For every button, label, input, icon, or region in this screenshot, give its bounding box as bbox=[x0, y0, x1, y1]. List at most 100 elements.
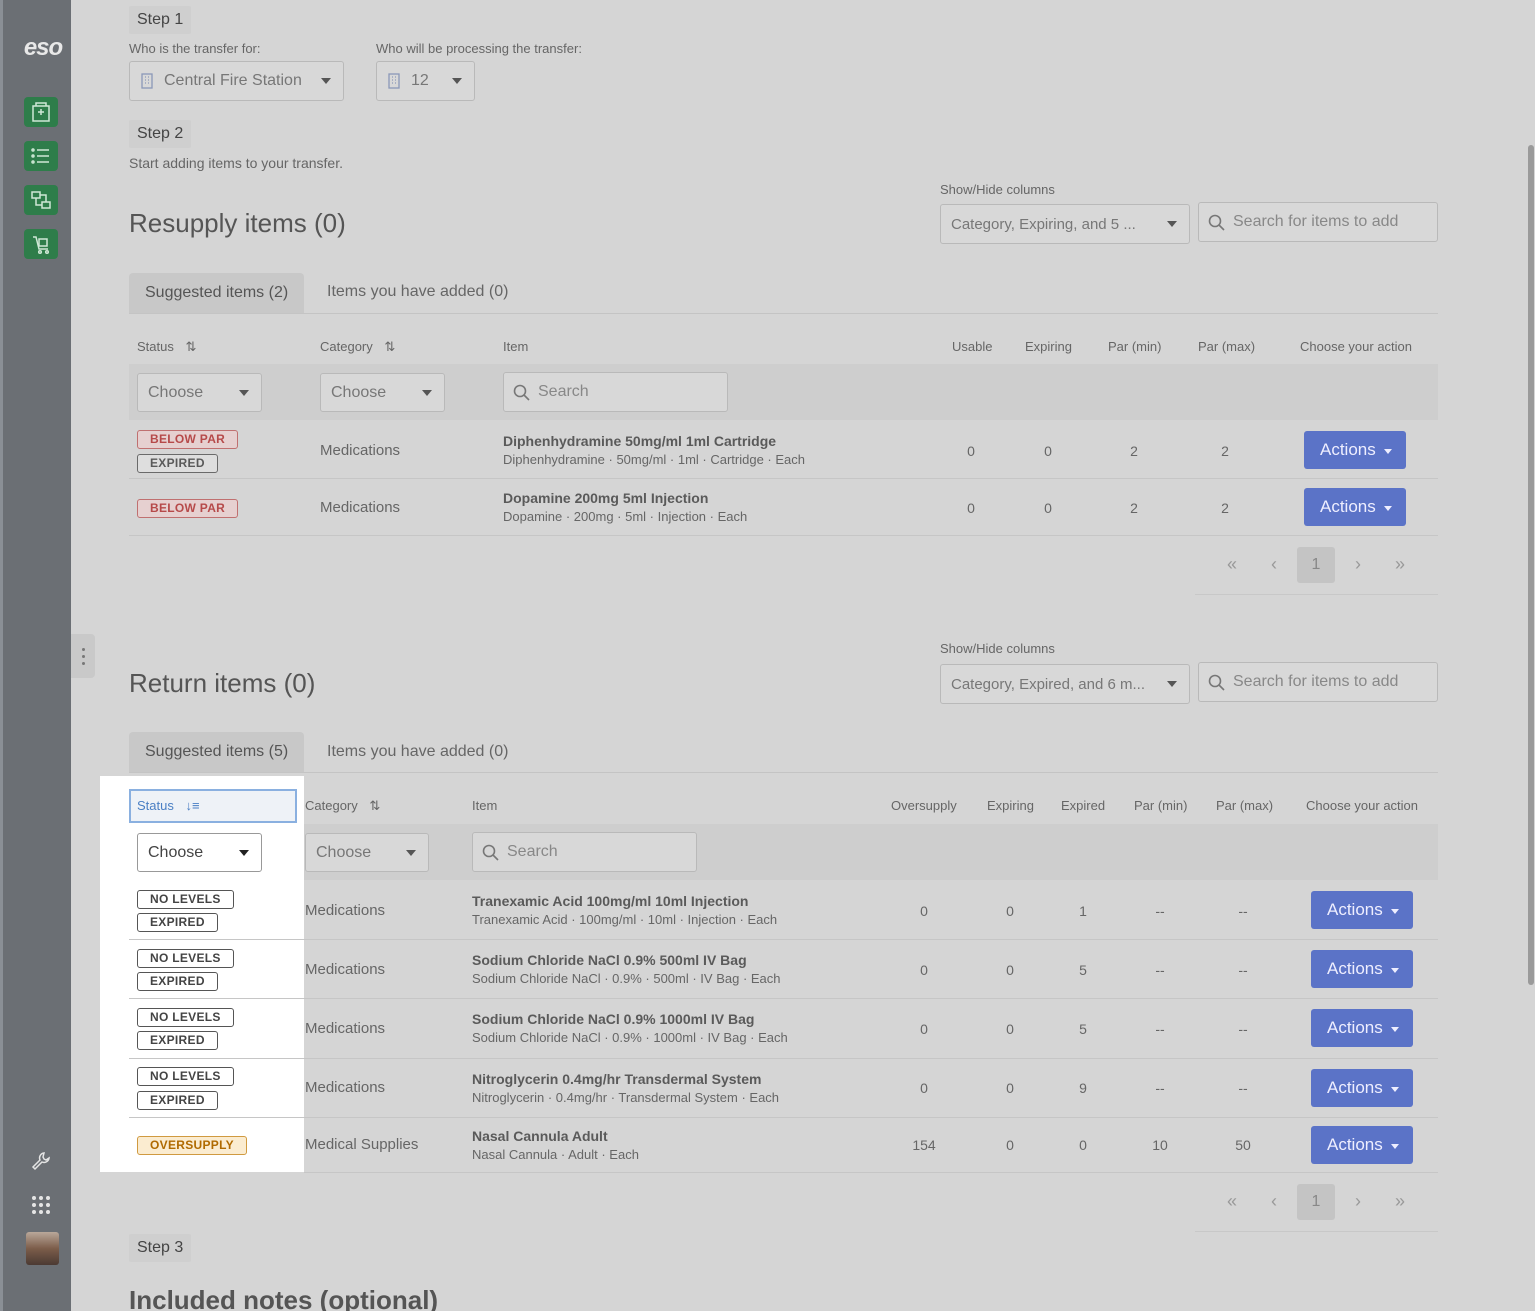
transfer-for-value: Central Fire Station bbox=[164, 72, 302, 89]
pager-first-button[interactable]: « bbox=[1219, 1191, 1245, 1212]
returns-tab-divider bbox=[129, 772, 1438, 773]
returns-tab-added[interactable]: Items you have added (0) bbox=[311, 732, 524, 772]
status-badge: EXPIRED bbox=[137, 1031, 218, 1050]
resupply-status-filter[interactable]: Choose bbox=[137, 373, 262, 412]
nav-list-button[interactable] bbox=[24, 141, 58, 171]
resupply-tab-added[interactable]: Items you have added (0) bbox=[311, 272, 524, 312]
resupply-header-status[interactable]: Status ⇅ bbox=[137, 339, 196, 355]
wrench-icon bbox=[31, 1152, 50, 1171]
actions-button[interactable]: Actions bbox=[1304, 488, 1406, 526]
row-divider bbox=[129, 1058, 1438, 1059]
pager-next-button[interactable]: › bbox=[1345, 1191, 1371, 1212]
returns-tab-suggested[interactable]: Suggested items (5) bbox=[129, 732, 305, 772]
pager-last-button[interactable]: » bbox=[1387, 1191, 1413, 1212]
nav-cart-button[interactable] bbox=[24, 229, 58, 259]
actions-button[interactable]: Actions bbox=[1311, 1069, 1413, 1107]
returns-header-expiring: Expiring bbox=[987, 798, 1034, 813]
pager-last-button[interactable]: » bbox=[1387, 554, 1413, 575]
row-item-desc: Dopamine · 200mg · 5ml · Injection · Eac… bbox=[503, 509, 748, 524]
actions-button[interactable]: Actions bbox=[1311, 1009, 1413, 1047]
search-icon bbox=[1208, 674, 1225, 691]
row-item-desc: Sodium Chloride NaCl · 0.9% · 500ml · IV… bbox=[472, 971, 781, 986]
resupply-header-par-min: Par (min) bbox=[1108, 339, 1162, 354]
step3-label: Step 3 bbox=[129, 1234, 192, 1262]
search-icon bbox=[513, 384, 530, 401]
row-category: Medications bbox=[305, 1079, 386, 1096]
actions-button[interactable]: Actions bbox=[1311, 1126, 1413, 1164]
row-divider bbox=[129, 535, 1438, 536]
resupply-tab-suggested[interactable]: Suggested items (2) bbox=[129, 273, 305, 313]
returns-columns-value: Category, Expired, and 6 m... bbox=[951, 675, 1145, 693]
user-avatar[interactable] bbox=[26, 1232, 59, 1265]
returns-title: Return items (0) bbox=[129, 668, 316, 698]
returns-header-action: Choose your action bbox=[1306, 798, 1419, 813]
transfer-for-label: Who is the transfer for: bbox=[129, 41, 261, 56]
row-item-name: Tranexamic Acid 100mg/ml 10ml Injection bbox=[472, 893, 749, 909]
chevron-down-icon bbox=[452, 78, 462, 84]
row-par-max: 50 bbox=[1235, 1137, 1251, 1153]
nav-stations-button[interactable] bbox=[24, 97, 58, 127]
returns-add-search-placeholder: Search for items to add bbox=[1233, 673, 1399, 690]
row-par-min: 2 bbox=[1130, 500, 1138, 516]
chevron-down-icon bbox=[1391, 968, 1399, 973]
row-expired: 0 bbox=[1079, 1137, 1087, 1153]
returns-add-search[interactable]: Search for items to add bbox=[1198, 662, 1438, 702]
row-expired: 1 bbox=[1079, 903, 1087, 919]
resupply-header-action: Choose your action bbox=[1300, 339, 1413, 354]
status-badge: EXPIRED bbox=[137, 1091, 218, 1110]
row-oversupply: 0 bbox=[920, 962, 928, 978]
resupply-columns-select[interactable]: Category, Expiring, and 5 ... bbox=[940, 204, 1190, 244]
row-oversupply: 0 bbox=[920, 1021, 928, 1037]
pager-prev-button[interactable]: ‹ bbox=[1261, 554, 1287, 575]
pager-first-button[interactable]: « bbox=[1219, 554, 1245, 575]
pager-current-page[interactable]: 1 bbox=[1297, 1184, 1335, 1220]
returns-category-filter[interactable]: Choose bbox=[305, 833, 429, 872]
returns-header-expired: Expired bbox=[1061, 798, 1106, 813]
returns-header-status[interactable]: Status ↓≡ bbox=[137, 798, 200, 813]
resupply-header-category[interactable]: Category ⇅ bbox=[320, 339, 395, 355]
processing-select[interactable]: 12 bbox=[376, 61, 475, 101]
row-item-name: Sodium Chloride NaCl 0.9% 500ml IV Bag bbox=[472, 952, 747, 968]
status-badge: OVERSUPPLY bbox=[137, 1136, 247, 1155]
row-divider bbox=[129, 1117, 1438, 1118]
returns-status-filter[interactable]: Choose bbox=[137, 833, 262, 872]
resupply-title: Resupply items (0) bbox=[129, 208, 346, 238]
resupply-header-par-max: Par (max) bbox=[1198, 339, 1256, 354]
returns-header-par-min: Par (min) bbox=[1134, 798, 1188, 813]
actions-button[interactable]: Actions bbox=[1304, 431, 1406, 469]
page-scrollbar[interactable] bbox=[1526, 0, 1535, 1311]
sidebar: eso bbox=[0, 0, 71, 1311]
row-usable: 0 bbox=[967, 500, 975, 516]
row-item-name: Sodium Chloride NaCl 0.9% 1000ml IV Bag bbox=[472, 1011, 755, 1027]
pager-current-page[interactable]: 1 bbox=[1297, 547, 1335, 583]
pager-next-button[interactable]: › bbox=[1345, 554, 1371, 575]
actions-button[interactable]: Actions bbox=[1311, 891, 1413, 929]
returns-item-search[interactable]: Search bbox=[472, 832, 697, 872]
returns-header-item: Item bbox=[472, 798, 498, 813]
nav-transfer-button[interactable] bbox=[24, 185, 58, 215]
row-item-name: Diphenhydramine 50mg/ml 1ml Cartridge bbox=[503, 433, 777, 449]
chevron-down-icon bbox=[1391, 1144, 1399, 1149]
building-icon bbox=[141, 73, 153, 89]
row-par-max: -- bbox=[1238, 962, 1248, 978]
search-icon bbox=[482, 844, 499, 861]
returns-header-category[interactable]: Category ⇅ bbox=[305, 798, 380, 814]
step2-description: Start adding items to your transfer. bbox=[129, 155, 343, 171]
row-par-max: -- bbox=[1238, 903, 1248, 919]
transfer-for-select[interactable]: Central Fire Station bbox=[129, 61, 344, 101]
returns-columns-select[interactable]: Category, Expired, and 6 m... bbox=[940, 664, 1190, 704]
pager-prev-button[interactable]: ‹ bbox=[1261, 1191, 1287, 1212]
settings-wrench-button[interactable] bbox=[24, 1144, 58, 1178]
chevron-down-icon bbox=[1391, 1027, 1399, 1032]
chevron-down-icon bbox=[239, 390, 249, 396]
apps-grid-button[interactable] bbox=[24, 1188, 58, 1222]
sidebar-collapse-handle[interactable] bbox=[71, 634, 95, 678]
row-divider bbox=[129, 998, 1438, 999]
pager-divider bbox=[1195, 594, 1438, 595]
resupply-add-search[interactable]: Search for items to add bbox=[1198, 202, 1438, 242]
scrollbar-thumb[interactable] bbox=[1528, 145, 1534, 985]
resupply-item-search[interactable]: Search bbox=[503, 372, 728, 412]
resupply-category-filter[interactable]: Choose bbox=[320, 373, 445, 412]
actions-button[interactable]: Actions bbox=[1311, 950, 1413, 988]
row-expired: 9 bbox=[1079, 1080, 1087, 1096]
